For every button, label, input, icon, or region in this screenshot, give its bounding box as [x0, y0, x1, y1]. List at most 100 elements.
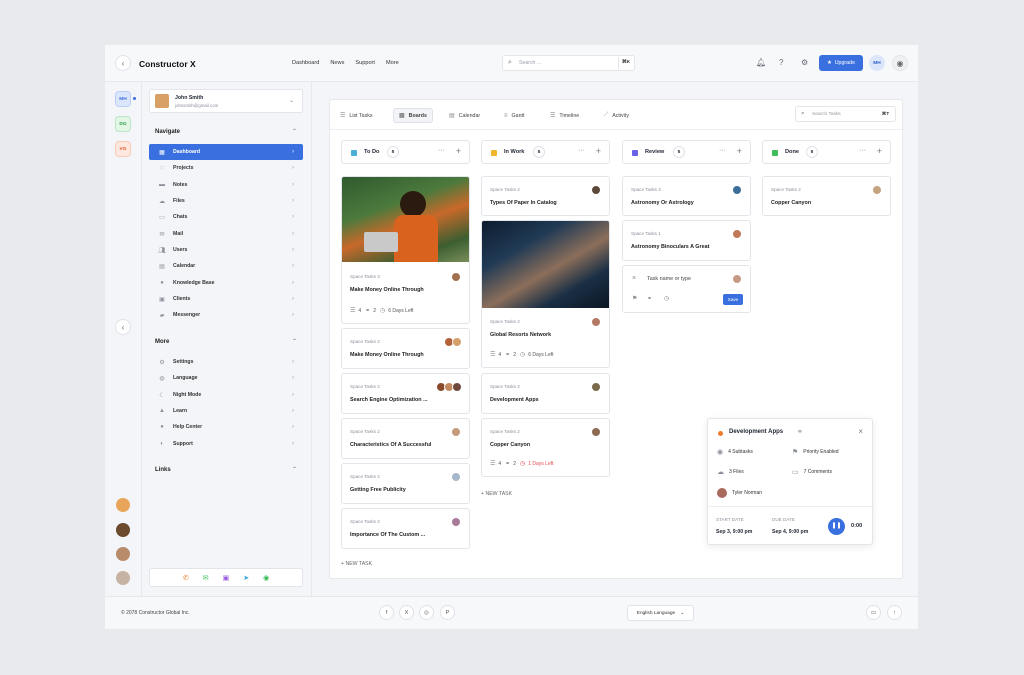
help-icon[interactable]: ? [779, 58, 783, 67]
task-card[interactable]: Space Tasks 3 Make Money Online Through … [341, 176, 470, 324]
member-avatar[interactable] [116, 571, 130, 585]
sidebar-item-notes[interactable]: ▬ Notes › [149, 177, 303, 193]
user-avatar[interactable]: MH [869, 55, 885, 71]
close-icon[interactable]: × [632, 275, 636, 282]
arrow-up-icon[interactable]: ↑ [887, 605, 902, 620]
due-date-value[interactable]: Sep 4, 9:00 pm [772, 529, 808, 535]
tab-list-tasks[interactable]: ☰ List Tasks [340, 108, 373, 123]
tab-activity[interactable]: ⟋ Activity [604, 108, 629, 123]
task-card[interactable]: Space Tasks 2 Copper Canyon ☰ 4 ⚭ 2 ◷ 1 Day… [481, 418, 610, 477]
chat-icon[interactable]: ▭ [866, 605, 881, 620]
task-card[interactable]: Space Tasks 2 Search Engine Optimization… [341, 373, 470, 414]
global-search[interactable]: ⌕ Search ... ⌘K [502, 55, 635, 71]
more-icon[interactable]: ··· [578, 147, 585, 154]
sidebar-item-settings[interactable]: ⚙ Settings › [149, 354, 303, 370]
sidebar-item-clients[interactable]: ▣ Clients › [149, 291, 303, 307]
workspace-vg[interactable]: VG [115, 141, 131, 157]
start-date-value[interactable]: Sep 3, 9:00 pm [716, 529, 752, 535]
task-card[interactable]: Space Tasks 3 Astronomy Or Astrology [622, 176, 751, 216]
sidebar-item-messenger[interactable]: ▰ Messenger › [149, 307, 303, 323]
link-icon[interactable]: ⚭ [647, 295, 652, 302]
tab-calendar[interactable]: ▤ Calendar [449, 108, 480, 123]
sidebar-item-projects[interactable]: ⁙ Projects › [149, 160, 303, 176]
add-icon[interactable]: + [596, 146, 601, 156]
workspace-dg[interactable]: DG [115, 116, 131, 132]
chevron-up-icon[interactable]: ⌃ [292, 128, 297, 135]
new-task-button[interactable]: + NEW TASK [341, 561, 372, 567]
flag-icon[interactable]: ⚑ [632, 295, 637, 302]
sidebar-item-chats[interactable]: ▭ Chats › [149, 209, 303, 225]
collapse-button[interactable]: ‹ [115, 319, 131, 335]
gear-icon[interactable]: ⚙ [801, 58, 808, 67]
back-button[interactable]: ‹ [115, 55, 131, 71]
new-task-button[interactable]: + NEW TASK [481, 491, 512, 497]
tab-gantt[interactable]: ≡ Gantt [504, 108, 524, 123]
assignee-avatar [451, 272, 461, 282]
task-card[interactable]: Space Tasks 2 Types Of Paper In Catalog [481, 176, 610, 216]
instagram-icon[interactable]: ◎ [419, 605, 434, 620]
task-card[interactable]: Space Tasks 1 Astronomy Binoculars A Gre… [622, 220, 751, 261]
sidebar-item-knowledge-base[interactable]: ● Knowledge Base › [149, 275, 303, 291]
sidebar-item-learn[interactable]: ▲ Learn › [149, 403, 303, 419]
task-card[interactable]: Space Tasks 2 Getting Free Publicity [341, 463, 470, 504]
sidebar-item-dashboard[interactable]: ▦ Dashboard › [149, 144, 303, 160]
task-card[interactable]: Space Tasks 2 Copper Canyon [762, 176, 891, 216]
assignee-avatar[interactable] [732, 274, 742, 284]
task-card[interactable]: Space Tasks 2 Global Resorts Network ☰ 4 … [481, 220, 610, 368]
member-avatar[interactable] [116, 498, 130, 512]
nav-news[interactable]: News [330, 60, 344, 66]
workspace-mh[interactable]: MH [115, 91, 131, 107]
task-card[interactable]: Space Tasks 2 Make Money Online Through [341, 328, 470, 369]
whatsapp-icon[interactable]: ◉ [263, 574, 269, 582]
tab-boards[interactable]: ▦ Boards [393, 108, 433, 123]
phone-icon[interactable]: ✆ [183, 574, 189, 582]
task-search-input[interactable]: Search Tasks [812, 112, 841, 117]
task-card[interactable]: Space Tasks 2 Characteristics Of A Succe… [341, 418, 470, 459]
add-icon[interactable]: + [877, 146, 882, 156]
language-select[interactable]: English Language ⌄ [627, 605, 694, 621]
nav-support[interactable]: Support [355, 60, 375, 66]
pause-button[interactable]: ❚❚ [828, 518, 845, 535]
more-icon[interactable]: ··· [719, 147, 726, 154]
save-button[interactable]: Save [723, 294, 743, 305]
task-search[interactable]: ⌕ Search Tasks ⌘T [795, 106, 896, 122]
task-name-input[interactable]: Task name or type [647, 276, 691, 282]
sidebar-item-support[interactable]: ◐ Support › [149, 436, 303, 452]
sidebar-item-help-center[interactable]: ● Help Center › [149, 419, 303, 435]
add-icon[interactable]: + [737, 146, 742, 156]
sidebar-item-calendar[interactable]: ▤ Calendar › [149, 258, 303, 274]
link-icon[interactable]: ⚭ [797, 428, 803, 436]
telegram-icon[interactable]: ➤ [243, 574, 249, 582]
clock-icon[interactable]: ◷ [664, 295, 669, 302]
email-icon[interactable]: ✉ [203, 574, 209, 582]
bell-icon[interactable]: 🔔︎ [756, 58, 766, 67]
upgrade-button[interactable]: ★ Upgrade [819, 55, 863, 71]
sidebar-item-users[interactable]: 👥︎ Users › [149, 242, 303, 258]
member-avatar[interactable] [116, 523, 130, 537]
sidebar-item-language[interactable]: ◍ Language › [149, 370, 303, 386]
task-card[interactable]: Space Tasks 2 Importance Of The Custom .… [341, 508, 470, 549]
profile-menu-button[interactable]: ◉ [892, 55, 908, 71]
support-icon: ◐ [160, 441, 164, 447]
nav-more[interactable]: More [386, 60, 399, 66]
task-card[interactable]: Space Tasks 2 Development Apps [481, 373, 610, 414]
messenger-icon: ▰ [159, 312, 165, 319]
member-avatar[interactable] [116, 547, 130, 561]
user-card[interactable]: John Smith johnsmith@gmail.com ⌄ [149, 89, 303, 113]
sidebar-item-mail[interactable]: ✉ Mail › [149, 226, 303, 242]
tab-timeline[interactable]: ☰ Timeline [550, 108, 579, 123]
add-icon[interactable]: + [456, 146, 461, 156]
facebook-icon[interactable]: f [379, 605, 394, 620]
more-icon[interactable]: ··· [438, 147, 445, 154]
nav-dashboard[interactable]: Dashboard [292, 60, 319, 66]
search-input[interactable]: Search ... [519, 60, 541, 66]
sidebar-item-files[interactable]: ☁ Files › [149, 193, 303, 209]
calendar-icon[interactable]: ▣ [223, 574, 230, 582]
pinterest-icon[interactable]: P [440, 605, 455, 620]
chevron-up-icon[interactable]: ⌃ [292, 466, 297, 473]
sidebar-item-night-mode[interactable]: ☾ Night Mode › [149, 387, 303, 403]
close-icon[interactable]: × [858, 427, 863, 436]
x-icon[interactable]: X [399, 605, 414, 620]
chevron-up-icon[interactable]: ⌃ [292, 338, 297, 345]
more-icon[interactable]: ··· [859, 147, 866, 154]
